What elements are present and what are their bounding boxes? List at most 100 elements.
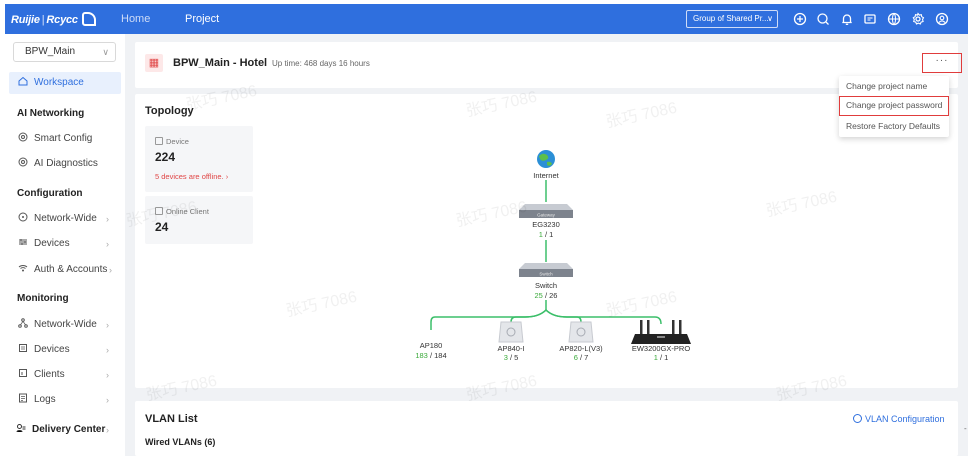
section-monitoring: Monitoring — [17, 293, 69, 304]
sidebar-item-config-devices[interactable]: Devices — [18, 237, 70, 251]
topology-panel: Topology Device 224 5 devices are offlin… — [135, 94, 958, 388]
ap180-name[interactable]: AP180 — [391, 341, 471, 350]
vlan-configuration-link[interactable]: VLAN Configuration — [853, 414, 945, 424]
vlan-panel: VLAN List VLAN Configuration Wired VLANs… — [135, 401, 958, 456]
globe-icon[interactable] — [887, 12, 901, 26]
sidebar-item-config-network-wide[interactable]: Network-Wide — [18, 212, 97, 226]
smart-config-icon — [18, 132, 28, 142]
sidebar-item-delivery-center[interactable]: Delivery Center — [16, 423, 105, 437]
plus-circle-icon[interactable] — [793, 12, 807, 26]
sidebar-item-clients[interactable]: Clients — [18, 368, 65, 382]
sidebar-item-label: Auth & Accounts — [34, 264, 108, 275]
group-select-value: Group of Shared Pr... — [693, 14, 769, 23]
internet-label: Internet — [533, 171, 559, 180]
sidebar-item-label: Logs — [34, 394, 56, 405]
brand-logo[interactable]: Ruijie | Rcycc — [11, 12, 96, 26]
switch-name[interactable]: Switch — [506, 281, 586, 290]
sidebar: BPW_Main ∨ Workspace AI Networking Smart… — [5, 34, 125, 456]
group-select[interactable]: Group of Shared Pr... ∨ — [686, 10, 778, 28]
internet-globe-icon — [537, 150, 555, 168]
sidebar-item-smart-config[interactable]: Smart Config — [18, 132, 92, 146]
gateway-chassis-label: Gateway — [537, 213, 556, 218]
sidebar-item-ai-diagnostics[interactable]: AI Diagnostics — [18, 157, 98, 171]
ap840-count: 3 / 5 — [503, 353, 519, 362]
sidebar-item-workspace[interactable]: Workspace — [18, 76, 84, 90]
corner-mark: - — [964, 424, 967, 433]
menu-restore-factory-defaults[interactable]: Restore Factory Defaults — [839, 116, 949, 136]
project-title: BPW_Main - Hotel — [173, 57, 268, 69]
switch-chassis-label: Switch — [539, 272, 553, 277]
chevron-right-icon: › — [106, 345, 109, 355]
sidebar-item-label: Delivery Center — [32, 424, 106, 435]
delivery-icon — [16, 423, 26, 433]
sidebar-item-label: Network-Wide — [34, 213, 97, 224]
ap820-device-icon — [568, 321, 594, 343]
section-ai-networking: AI Networking — [17, 108, 85, 119]
hotel-icon: ▦ — [145, 54, 163, 72]
nav-project[interactable]: Project — [185, 4, 219, 34]
sidebar-item-label: Network-Wide — [34, 319, 97, 330]
ap820-name[interactable]: AP820-L(V3) — [541, 344, 621, 353]
vlan-config-label: VLAN Configuration — [865, 414, 945, 424]
brand-suffix: Rcycc — [46, 14, 78, 26]
sidebar-item-mon-network-wide[interactable]: Network-Wide — [18, 318, 97, 332]
project-header: ▦ BPW_Main - Hotel Up time: 468 days 16 … — [135, 42, 962, 88]
app-window: Ruijie | Rcycc Home Project Group of Share… — [5, 4, 968, 456]
network-icon — [18, 212, 28, 222]
settings-icon[interactable] — [911, 12, 925, 26]
vlan-title: VLAN List — [145, 413, 198, 425]
search-icon[interactable] — [816, 12, 830, 26]
link-switch-ew3200 — [545, 309, 662, 325]
topology-icon — [18, 318, 28, 328]
more-actions-menu: Change project name Change project passw… — [839, 76, 949, 137]
user-icon[interactable] — [935, 12, 949, 26]
sidebar-item-label: AI Diagnostics — [34, 158, 98, 169]
ap820-count: 6 / 7 — [573, 353, 589, 362]
sidebar-item-label: Smart Config — [34, 133, 93, 144]
wifi-icon — [18, 263, 28, 273]
gateway-count: 1 / 1 — [538, 230, 554, 239]
sidebar-item-logs[interactable]: Logs — [18, 393, 56, 407]
devices-icon — [18, 237, 28, 247]
nav-home[interactable]: Home — [121, 4, 150, 34]
gear-icon — [853, 414, 862, 423]
logo-mark-icon — [81, 12, 96, 26]
link-switch-ap180 — [430, 309, 547, 330]
project-select[interactable]: BPW_Main ∨ — [13, 42, 116, 62]
sidebar-item-label: Devices — [34, 344, 70, 355]
chevron-down-icon: ∨ — [102, 47, 109, 57]
ew3200-count: 1 / 1 — [653, 353, 669, 362]
switch-count: 25 / 26 — [534, 291, 558, 300]
message-icon[interactable] — [863, 12, 877, 26]
ai-diagnostics-icon — [18, 157, 28, 167]
more-actions-button[interactable]: ··· — [922, 53, 962, 73]
sidebar-item-label: Workspace — [34, 77, 84, 88]
ap180-count: 183 / 184 — [415, 351, 447, 360]
chevron-right-icon: › — [106, 425, 109, 435]
bell-icon[interactable] — [840, 12, 854, 26]
logs-icon — [18, 393, 28, 403]
menu-change-project-name[interactable]: Change project name — [839, 76, 949, 96]
chevron-right-icon: › — [106, 395, 109, 405]
ew3200-name[interactable]: EW3200GX-PRO — [621, 344, 701, 353]
section-configuration: Configuration — [17, 188, 83, 199]
brand-name: Ruijie — [11, 14, 40, 26]
devices-icon — [18, 343, 28, 353]
ap840-name[interactable]: AP840-I — [471, 344, 551, 353]
chevron-right-icon: › — [106, 320, 109, 330]
gateway-name[interactable]: EG3230 — [506, 220, 586, 229]
switch-device-icon: Switch — [519, 263, 573, 277]
link-switch-ap820 — [545, 309, 582, 323]
sidebar-item-auth-accounts[interactable]: Auth & Accounts — [18, 263, 107, 277]
gateway-device-icon: Gateway — [519, 204, 573, 218]
home-icon — [18, 76, 28, 86]
link-switch-ap840 — [510, 309, 547, 323]
chevron-right-icon: › — [106, 239, 109, 249]
chevron-right-icon: › — [109, 265, 112, 275]
menu-change-project-password[interactable]: Change project password — [839, 96, 949, 116]
project-select-value: BPW_Main — [25, 46, 76, 57]
top-bar: Ruijie | Rcycc Home Project Group of Share… — [5, 4, 968, 34]
ap840-device-icon — [498, 321, 524, 343]
sidebar-item-mon-devices[interactable]: Devices — [18, 343, 70, 357]
project-uptime: Up time: 468 days 16 hours — [272, 59, 370, 68]
